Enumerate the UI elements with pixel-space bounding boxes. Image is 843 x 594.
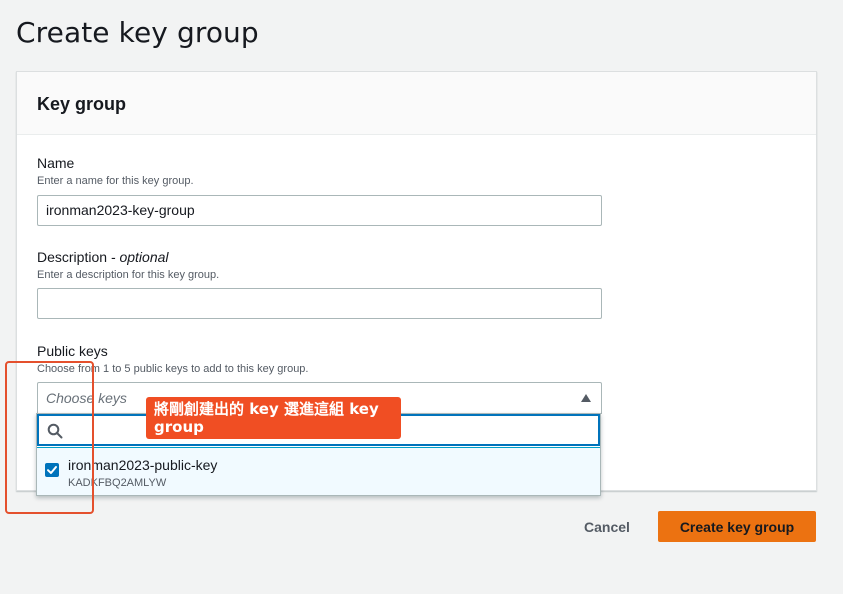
public-key-option[interactable]: ironman2023-public-key KADKFBQ2AMLYW (37, 447, 600, 495)
description-label-text: Description (37, 249, 108, 265)
annotation-callout: 將剛創建出的 key 選進這組 key group (146, 397, 401, 439)
card-title: Key group (37, 94, 127, 114)
card-header: Key group (17, 72, 816, 135)
public-keys-label: Public keys (37, 343, 108, 359)
description-hint: Enter a description for this key group. (37, 269, 220, 281)
create-key-group-button[interactable]: Create key group (658, 511, 816, 542)
name-description: Enter a name for this key group. (37, 175, 194, 187)
page-title: Create key group (16, 16, 259, 49)
annotation-highlight-box (5, 361, 94, 514)
name-input[interactable]: ironman2023-key-group (37, 195, 602, 226)
optional-tag: - optional (107, 249, 169, 265)
name-label: Name (37, 155, 75, 171)
description-field-group: Description - optional Enter a descripti… (37, 249, 219, 281)
description-input[interactable] (37, 288, 602, 319)
name-field-group: Name Enter a name for this key group. (37, 155, 194, 187)
caret-up-icon[interactable] (581, 394, 591, 402)
description-label: Description - optional (37, 249, 219, 265)
cancel-button[interactable]: Cancel (576, 512, 638, 542)
